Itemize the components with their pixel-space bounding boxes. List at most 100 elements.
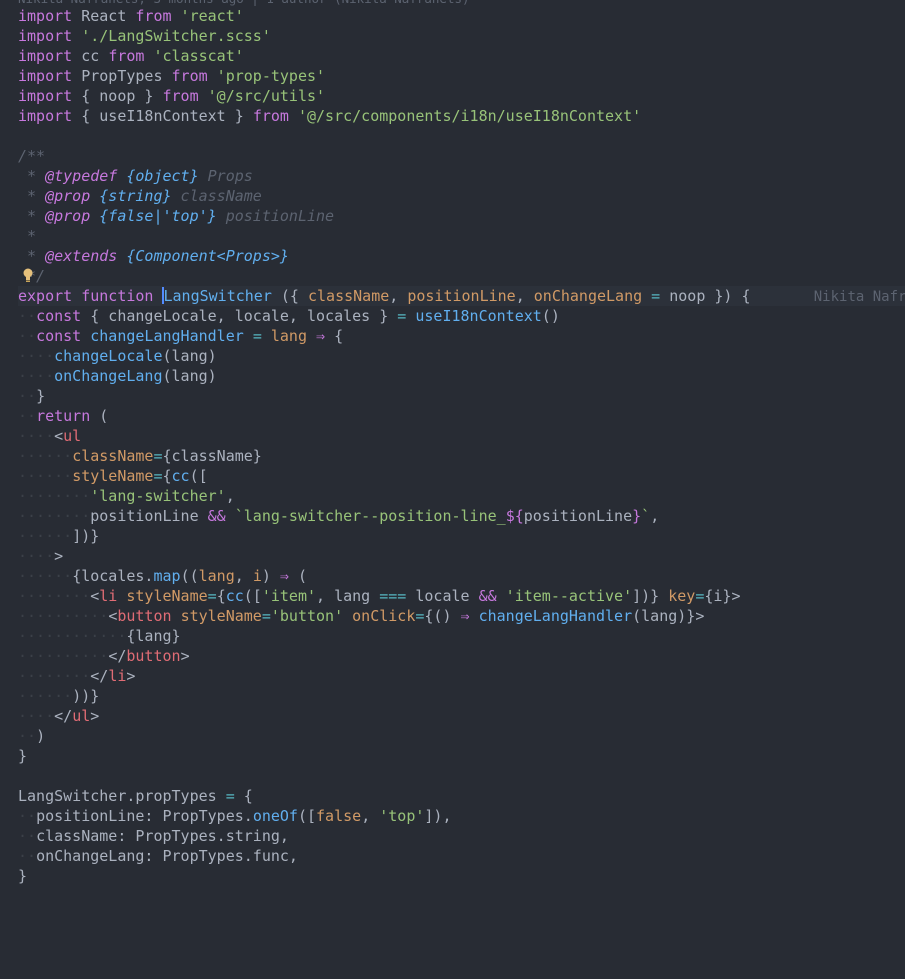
code-token: ) [261, 567, 280, 585]
code-token: } [18, 867, 28, 885]
code-line[interactable]: import './LangSwitcher.scss' [18, 26, 905, 46]
code-line[interactable]: } [18, 866, 905, 886]
lightbulb-icon[interactable] [22, 267, 34, 283]
code-line[interactable]: } [18, 746, 905, 766]
code-line[interactable] [18, 766, 905, 786]
code-line[interactable]: ····changeLocale(lang) [18, 346, 905, 366]
code-line[interactable]: * @prop {string} className [18, 186, 905, 206]
code-token: positionLine [90, 507, 208, 525]
code-token: 'classcat' [144, 47, 244, 65]
code-token: * [18, 207, 46, 225]
code-token: className [72, 447, 154, 465]
indent-guide: ········ [18, 587, 91, 605]
indent-guide: ·· [18, 407, 37, 425]
code-line[interactable]: ····</ul> [18, 706, 905, 726]
code-line[interactable]: export function LangSwitcher ({ classNam… [18, 286, 905, 306]
code-token: lang [270, 327, 307, 345]
code-editor[interactable]: Nikita Nafranets, 3 months ago | 1 autho… [0, 0, 905, 979]
code-token: PropTypes [72, 67, 172, 85]
code-line[interactable]: * @typedef {object} Props [18, 166, 905, 186]
code-line[interactable]: import cc from 'classcat' [18, 46, 905, 66]
code-line[interactable]: import { noop } from '@/src/utils' [18, 86, 905, 106]
indent-guide: ······ [18, 447, 73, 465]
indent-guide: ·· [18, 307, 37, 325]
code-line[interactable]: ······])} [18, 526, 905, 546]
code-token: './LangSwitcher.scss' [72, 27, 271, 45]
code-token: {string} [90, 187, 172, 205]
code-token: import [18, 87, 73, 105]
code-line[interactable]: ··} [18, 386, 905, 406]
code-token: 'react' [171, 7, 244, 25]
code-line[interactable]: ··········<button styleName='button' onC… [18, 606, 905, 626]
code-token: = [207, 587, 217, 605]
code-token: positionLine: PropTypes. [36, 807, 253, 825]
indent-guide: ······ [18, 527, 73, 545]
code-token: ])} [72, 527, 100, 545]
code-token: React [72, 7, 136, 25]
code-token: cc [225, 587, 244, 605]
code-line[interactable]: import React from 'react' [18, 6, 905, 26]
code-token: , [389, 287, 408, 305]
code-token: onClick [352, 607, 416, 625]
inline-blame[interactable]: Nikita Nafra [814, 289, 905, 305]
indent-guide: ···· [18, 347, 55, 365]
code-token: const [36, 307, 82, 325]
code-line[interactable]: import PropTypes from 'prop-types' [18, 66, 905, 86]
code-line[interactable]: ············{lang} [18, 626, 905, 646]
code-line[interactable]: ······className={className} [18, 446, 905, 466]
code-line[interactable]: ········positionLine && `lang-switcher--… [18, 506, 905, 526]
code-line[interactable] [18, 126, 905, 146]
code-line[interactable]: * [18, 226, 905, 246]
code-token: = [153, 447, 163, 465]
code-line[interactable]: ······{locales.map((lang, i) ⇒ ( [18, 566, 905, 586]
code-line[interactable]: */ [18, 266, 905, 286]
code-token: 'prop-types' [207, 67, 326, 85]
code-token: import [18, 67, 73, 85]
code-line[interactable]: /** [18, 146, 905, 166]
code-line[interactable]: * @prop {false|'top'} positionLine [18, 206, 905, 226]
code-line[interactable]: ····> [18, 546, 905, 566]
code-token: from [135, 7, 172, 25]
code-token: < [108, 607, 118, 625]
code-area[interactable]: import React from 'react' import './LangS… [18, 6, 905, 886]
code-line[interactable]: ····onChangeLang(lang) [18, 366, 905, 386]
code-line[interactable]: ··········</button> [18, 646, 905, 666]
code-token: ]), [424, 807, 452, 825]
code-token: li [99, 587, 118, 605]
code-line[interactable]: ········</li> [18, 666, 905, 686]
code-token: ([ [243, 587, 262, 605]
code-line[interactable]: ······))} [18, 686, 905, 706]
code-line[interactable]: ········<li styleName={cc(['item', lang … [18, 586, 905, 606]
code-line[interactable]: ··return ( [18, 406, 905, 426]
code-line[interactable]: ··) [18, 726, 905, 746]
code-line[interactable]: ··onChangeLang: PropTypes.func, [18, 846, 905, 866]
code-token: { [162, 467, 172, 485]
code-token: @prop [45, 207, 91, 225]
indent-guide: ········ [18, 507, 91, 525]
code-line[interactable]: ··positionLine: PropTypes.oneOf([false, … [18, 806, 905, 826]
indent-guide: ······ [18, 567, 73, 585]
code-token: changeLocale [54, 347, 163, 365]
code-line[interactable]: ····<ul [18, 426, 905, 446]
code-line[interactable]: ··const changeLangHandler = lang ⇒ { [18, 326, 905, 346]
code-line[interactable]: ········'lang-switcher', [18, 486, 905, 506]
code-token: () [541, 307, 560, 325]
code-token: from [252, 107, 289, 125]
code-line[interactable]: LangSwitcher.propTypes = { [18, 786, 905, 806]
code-token: 'top' [379, 807, 425, 825]
indent-guide: ········ [18, 487, 91, 505]
code-line[interactable]: import { useI18nContext } from '@/src/co… [18, 106, 905, 126]
code-token: ⇒ [279, 567, 289, 585]
code-line[interactable]: ··const { changeLocale, locale, locales … [18, 306, 905, 326]
code-token: { useI18nContext } [72, 107, 253, 125]
code-line[interactable]: ······styleName={cc([ [18, 466, 905, 486]
code-token: } [18, 747, 28, 765]
code-token: ( [90, 407, 109, 425]
code-line[interactable]: ··className: PropTypes.string, [18, 826, 905, 846]
code-token: , [515, 287, 534, 305]
code-line[interactable]: * @extends {Component<Props>} [18, 246, 905, 266]
